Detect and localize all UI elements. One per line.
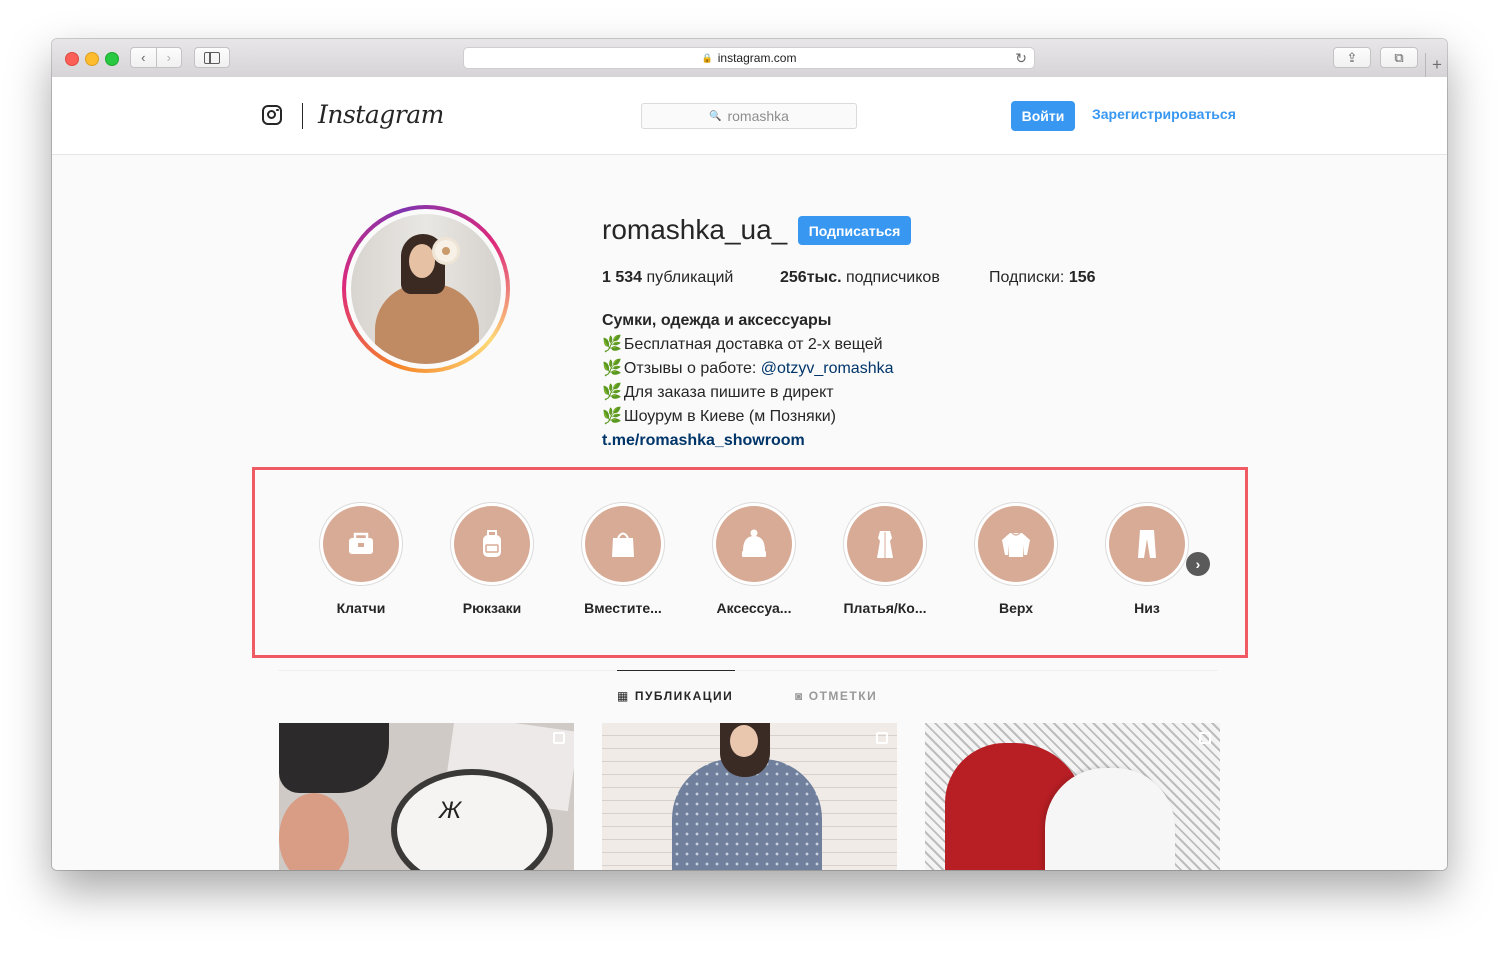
- following-stat[interactable]: Подписки: 156: [989, 269, 1096, 287]
- posts-count: 1 534: [602, 269, 643, 286]
- leaf-icon: 🌿: [602, 360, 622, 377]
- leaf-icon: 🌿: [602, 336, 622, 353]
- carousel-icon: [1199, 732, 1211, 744]
- active-tab-indicator: [617, 670, 735, 671]
- history-nav: ‹ ›: [130, 47, 182, 68]
- instagram-header: Instagram 🔍 romashka Войти Зарегистриров…: [52, 77, 1447, 155]
- tote-bag-icon: [612, 532, 634, 557]
- highlight-item[interactable]: Вместите...: [568, 502, 678, 616]
- minimize-window-button[interactable]: [85, 52, 99, 66]
- carousel-icon: [553, 732, 565, 744]
- grid-icon: ▦: [617, 689, 630, 703]
- forward-arrow-icon[interactable]: ›: [157, 50, 182, 65]
- bio-text: Бесплатная доставка от 2-х вещей: [623, 336, 883, 353]
- follow-button[interactable]: Подписаться: [798, 216, 911, 245]
- leaf-icon: 🌿: [602, 384, 622, 401]
- login-button[interactable]: Войти: [1011, 101, 1075, 131]
- reload-icon[interactable]: ↻: [1015, 50, 1027, 67]
- close-window-button[interactable]: [65, 52, 79, 66]
- highlight-label: Вместите...: [584, 600, 662, 616]
- highlight-item[interactable]: Рюкзаки: [437, 502, 547, 616]
- instagram-page: Instagram 🔍 romashka Войти Зарегистриров…: [52, 77, 1447, 870]
- highlight-item[interactable]: Аксессуа...: [699, 502, 809, 616]
- sidebar-icon: [204, 51, 220, 64]
- followers-label: подписчиков: [846, 269, 940, 286]
- highlight-label: Клатчи: [336, 600, 386, 616]
- instagram-wordmark[interactable]: Instagram: [318, 100, 444, 129]
- browser-window: ‹ › 🔒 instagram.com ↻ ⇪ ⧉ + Instagram 🔍 …: [52, 39, 1447, 870]
- beanie-hat-icon: [742, 529, 766, 557]
- bio-line-orders: 🌿 Для заказа пишите в директ: [602, 381, 894, 405]
- posts-count-stat: 1 534 публикаций: [602, 269, 733, 287]
- profile-username: romashka_ua_: [602, 214, 788, 245]
- post-thumbnail[interactable]: [925, 723, 1220, 870]
- bio-line-showroom: 🌿 Шоурум в Киеве (м Позняки): [602, 405, 894, 429]
- carousel-icon: [876, 732, 888, 744]
- tabs-icon: ⧉: [1394, 49, 1404, 65]
- dress-icon: [877, 531, 893, 558]
- highlight-item[interactable]: Низ: [1092, 502, 1202, 616]
- tab-tagged[interactable]: ◙ ОТМЕТКИ: [795, 689, 877, 703]
- share-icon: ⇪: [1346, 49, 1358, 65]
- highlight-item[interactable]: Клатчи: [306, 502, 416, 616]
- new-tab-button[interactable]: +: [1425, 53, 1447, 77]
- tab-overview-button[interactable]: ⧉: [1380, 47, 1418, 68]
- highlight-label: Верх: [998, 600, 1034, 616]
- bio-external-link[interactable]: t.me/romashka_showroom: [602, 429, 894, 453]
- instagram-logo-icon[interactable]: [262, 105, 282, 125]
- tagged-person-icon: ◙: [795, 689, 804, 703]
- tab-tagged-label: ОТМЕТКИ: [808, 689, 878, 703]
- highlights-next-button[interactable]: ›: [1186, 552, 1210, 576]
- bio-text: Для заказа пишите в директ: [623, 384, 834, 401]
- bio-text: Шоурум в Киеве (м Позняки): [623, 408, 836, 425]
- share-button[interactable]: ⇪: [1333, 47, 1371, 68]
- post-thumbnail[interactable]: Ж: [279, 723, 574, 870]
- address-bar[interactable]: 🔒 instagram.com ↻: [463, 47, 1035, 69]
- bio-line-reviews: 🌿 Отзывы о работе: @otzyv_romashka: [602, 357, 894, 381]
- posts-label: публикаций: [646, 269, 734, 286]
- lock-icon: 🔒: [701, 52, 713, 63]
- post-thumbnail[interactable]: [602, 723, 897, 870]
- highlight-item[interactable]: Верх: [961, 502, 1071, 616]
- highlight-label: Рюкзаки: [462, 600, 522, 616]
- followers-count: 256тыс.: [780, 269, 842, 286]
- zoom-window-button[interactable]: [105, 52, 119, 66]
- bio-mention-link[interactable]: @otzyv_romashka: [761, 360, 894, 377]
- bio-text: Отзывы о работе:: [623, 360, 761, 377]
- address-text: instagram.com: [717, 51, 797, 65]
- back-arrow-icon[interactable]: ‹: [131, 50, 156, 65]
- avatar-photo: [351, 214, 501, 364]
- profile-bio: Сумки, одежда и аксессуары 🌿 Бесплатная д…: [602, 309, 894, 453]
- tab-posts-label: ПУБЛИКАЦИИ: [634, 689, 734, 703]
- bio-name: Сумки, одежда и аксессуары: [602, 312, 832, 329]
- highlight-label: Аксессуа...: [716, 600, 792, 616]
- followers-stat[interactable]: 256тыс. подписчиков: [780, 269, 940, 287]
- backpack-icon: [483, 530, 501, 557]
- sweater-icon: [1002, 532, 1030, 557]
- trousers-icon: [1138, 530, 1156, 558]
- browser-toolbar: ‹ › 🔒 instagram.com ↻ ⇪ ⧉ +: [52, 39, 1447, 78]
- tabs-divider: [278, 670, 1218, 671]
- sidebar-toggle-button[interactable]: [194, 47, 230, 68]
- chevron-right-icon: ›: [1195, 556, 1201, 572]
- highlight-item[interactable]: Платья/Ко...: [830, 502, 940, 616]
- following-count: 156: [1068, 269, 1096, 286]
- profile-avatar[interactable]: [342, 205, 510, 373]
- search-input[interactable]: 🔍 romashka: [641, 103, 857, 129]
- search-value: romashka: [727, 108, 789, 124]
- leaf-icon: 🌿: [602, 408, 622, 425]
- following-label: Подписки:: [989, 269, 1065, 286]
- tab-posts[interactable]: ▦ ПУБЛИКАЦИИ: [617, 689, 733, 703]
- clutch-icon: [349, 532, 373, 554]
- search-icon: 🔍: [709, 110, 722, 122]
- highlight-label: Низ: [1134, 600, 1160, 616]
- highlight-label: Платья/Ко...: [843, 600, 927, 616]
- bio-line-delivery: 🌿 Бесплатная доставка от 2-х вещей: [602, 333, 894, 357]
- signup-link[interactable]: Зарегистрироваться: [1092, 106, 1236, 122]
- logo-divider: [302, 103, 303, 129]
